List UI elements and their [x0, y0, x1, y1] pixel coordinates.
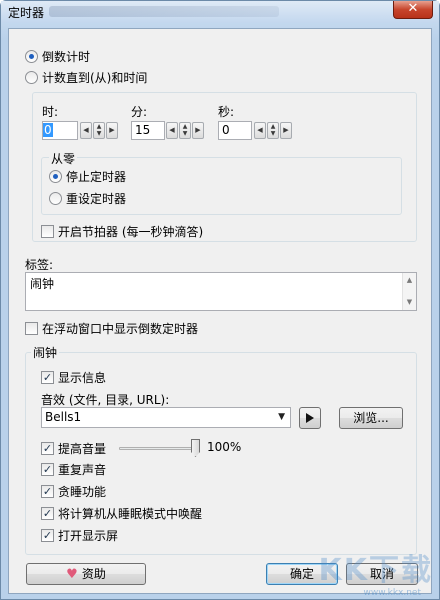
radio-stop-timer[interactable]: [49, 170, 62, 183]
metronome-checkbox[interactable]: [41, 225, 54, 238]
chevron-down-icon: ▼: [96, 130, 102, 137]
title-bar[interactable]: 定时器 ✕: [1, 1, 439, 23]
radio-reset-timer[interactable]: [49, 192, 62, 205]
second-input-value: 0: [222, 123, 230, 137]
radio-countdown[interactable]: [25, 50, 38, 63]
sound-label: 音效 (文件, 目录, URL):: [41, 393, 170, 407]
dropdown-arrow-icon: ▼: [278, 412, 285, 422]
minute-input[interactable]: 15: [131, 121, 165, 140]
timer-dialog: 定时器 ✕ 倒数计时 计数直到(从)和时间 时: 分: 秒: 0 ◀ ▲ ▼ ▶…: [0, 0, 440, 600]
scroll-up-icon: ▲: [406, 276, 413, 284]
volume-percent: 100%: [207, 440, 242, 454]
repeat-sound-checkbox[interactable]: ✓: [41, 463, 54, 476]
repeat-sound-label: 重复声音: [58, 463, 107, 477]
chevron-up-icon: ▲: [270, 123, 276, 130]
second-up-down-button[interactable]: ▲ ▼: [267, 122, 279, 139]
hour-increase-button[interactable]: ▶: [106, 122, 118, 139]
radio-countup[interactable]: [25, 71, 38, 84]
wake-computer-checkbox[interactable]: ✓: [41, 507, 54, 520]
hour-decrease-button[interactable]: ◀: [80, 122, 92, 139]
chevron-right-icon: ▶: [109, 126, 115, 134]
minute-up-down-button[interactable]: ▲ ▼: [179, 122, 191, 139]
minute-increase-button[interactable]: ▶: [192, 122, 204, 139]
minute-label: 分:: [131, 105, 148, 119]
wake-computer-label: 将计算机从睡眠模式中唤醒: [58, 507, 203, 521]
metronome-label: 开启节拍器 (每一秒钟滴答): [58, 225, 204, 239]
show-info-label: 显示信息: [58, 371, 107, 385]
hour-input-value: 0: [43, 123, 53, 137]
volume-label: 提高音量: [58, 442, 107, 456]
tag-label: 标签:: [25, 258, 54, 272]
display-on-checkbox[interactable]: ✓: [41, 529, 54, 542]
volume-checkbox[interactable]: ✓: [41, 442, 54, 455]
chevron-up-icon: ▲: [182, 123, 188, 130]
window-title: 定时器: [8, 6, 45, 20]
sound-combobox[interactable]: Bells1 ▼: [41, 407, 291, 428]
second-label: 秒:: [218, 105, 235, 119]
scroll-down-icon: ▼: [406, 298, 413, 306]
radio-countdown-label: 倒数计时: [42, 50, 91, 64]
snooze-checkbox[interactable]: ✓: [41, 485, 54, 498]
hour-input[interactable]: 0: [42, 121, 78, 140]
play-icon: [306, 413, 314, 423]
close-button[interactable]: ✕: [393, 1, 433, 19]
tag-value: 闹钟: [30, 277, 55, 291]
donate-button[interactable]: ♥ 资助: [26, 563, 146, 585]
float-window-label: 在浮动窗口中显示倒数定时器: [42, 322, 199, 336]
hour-up-down-button[interactable]: ▲ ▼: [93, 122, 105, 139]
hour-label: 时:: [42, 105, 59, 119]
tag-scrollbar[interactable]: ▲ ▼: [402, 273, 416, 310]
browse-button[interactable]: 浏览...: [339, 407, 403, 429]
tag-textarea[interactable]: 闹钟 ▲ ▼: [25, 272, 417, 311]
chevron-right-icon: ▶: [283, 126, 289, 134]
blurred-background-title: [49, 6, 279, 17]
second-increase-button[interactable]: ▶: [280, 122, 292, 139]
chevron-left-icon: ◀: [83, 126, 89, 134]
from-zero-title: 从零: [49, 150, 78, 167]
watermark-logo: KK下载: [318, 553, 433, 588]
watermark-url: www.kkx.net: [363, 588, 422, 598]
heart-icon: ♥: [66, 567, 78, 582]
sound-value: Bells1: [45, 410, 82, 424]
float-window-checkbox[interactable]: [25, 322, 38, 335]
dialog-body: 倒数计时 计数直到(从)和时间 时: 分: 秒: 0 ◀ ▲ ▼ ▶ 15 ◀ …: [8, 28, 432, 594]
chevron-left-icon: ◀: [257, 126, 263, 134]
second-decrease-button[interactable]: ◀: [254, 122, 266, 139]
donate-label: 资助: [81, 567, 106, 581]
chevron-down-icon: ▼: [182, 130, 188, 137]
radio-stop-timer-label: 停止定时器: [66, 170, 127, 184]
display-on-label: 打开显示屏: [58, 529, 119, 543]
alarm-title: 闹钟: [31, 344, 60, 361]
close-icon: ✕: [407, 1, 419, 16]
show-info-checkbox[interactable]: ✓: [41, 371, 54, 384]
volume-slider-track[interactable]: [119, 447, 195, 450]
snooze-label: 贪睡功能: [58, 485, 107, 499]
chevron-left-icon: ◀: [169, 126, 175, 134]
chevron-down-icon: ▼: [270, 130, 276, 137]
chevron-up-icon: ▲: [96, 123, 102, 130]
chevron-right-icon: ▶: [195, 126, 201, 134]
radio-reset-timer-label: 重设定时器: [66, 192, 127, 206]
minute-decrease-button[interactable]: ◀: [166, 122, 178, 139]
play-sound-button[interactable]: [299, 407, 321, 429]
second-input[interactable]: 0: [218, 121, 252, 140]
minute-input-value: 15: [135, 123, 151, 137]
radio-countup-label: 计数直到(从)和时间: [42, 71, 148, 85]
